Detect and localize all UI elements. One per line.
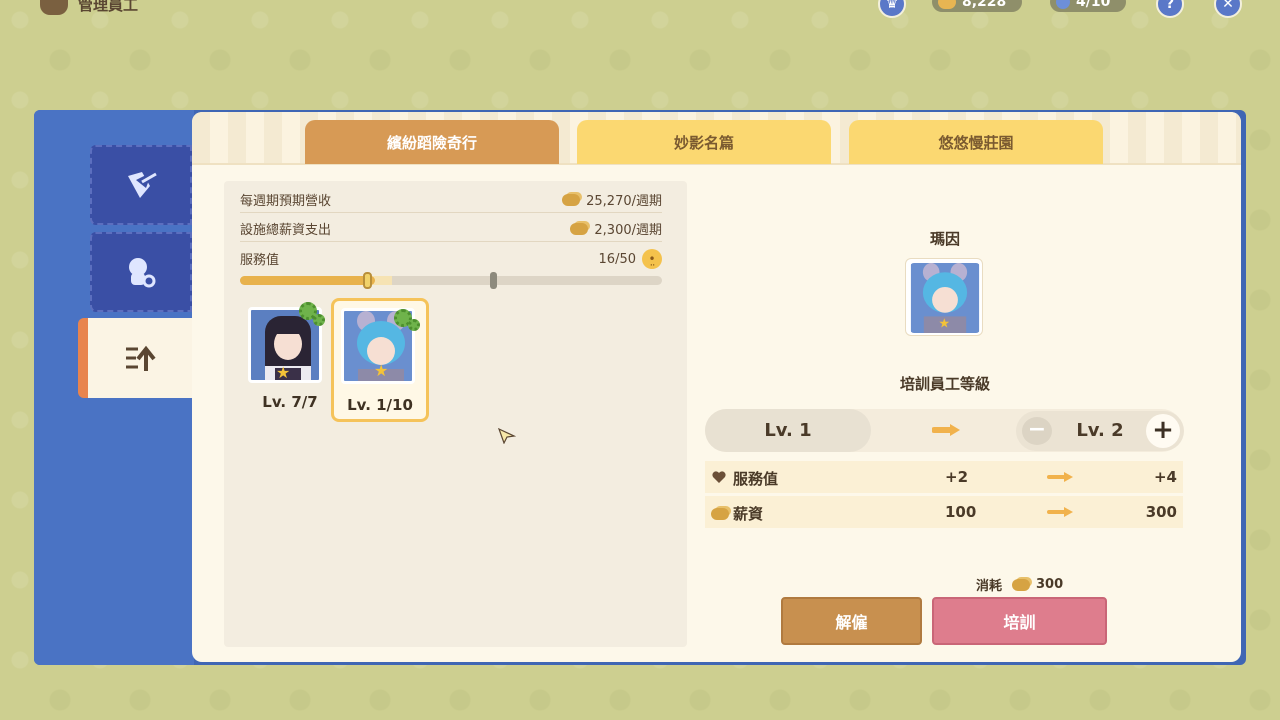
attr-to: +4 <box>1153 468 1177 486</box>
attr-label: 薪資 <box>733 505 764 523</box>
staff-icon <box>1056 0 1070 9</box>
staff-gear-icon <box>121 252 161 292</box>
attr-from: +2 <box>945 468 969 486</box>
arrow-right-icon <box>932 424 960 436</box>
training-cost: 消耗 300 <box>976 575 1063 594</box>
page-header: 管理員工 <box>40 0 138 15</box>
arrow-right-icon <box>1047 507 1073 517</box>
coin-count: 8,228 <box>962 0 1007 10</box>
employee-card[interactable]: ★ Lv. 7/7 <box>243 300 337 420</box>
manage-staff-icon <box>40 0 68 15</box>
divider <box>240 241 662 242</box>
side-tab-manage[interactable] <box>90 145 192 225</box>
coin-icon <box>711 505 729 520</box>
side-tab-staff-settings[interactable] <box>90 232 192 312</box>
service-value: 16/50 <box>598 251 636 267</box>
coin-icon <box>562 193 581 206</box>
attr-label: 服務值 <box>733 470 779 488</box>
current-level: Lv. 1 <box>705 409 871 452</box>
coin-icon <box>570 222 589 235</box>
skill-gear-icon <box>408 319 420 331</box>
weekly-revenue-value: 25,270/週期 <box>586 194 662 209</box>
heart-icon <box>712 471 726 483</box>
neutral-face-icon: •̤ <box>642 249 662 269</box>
selected-employee-portrait: ★ <box>905 258 983 336</box>
star-icon: ★ <box>374 361 389 380</box>
fire-button[interactable]: 解僱 <box>781 597 922 645</box>
attr-to: 300 <box>1145 503 1177 521</box>
service-row: 服務值 16/50 •̤ <box>240 247 662 269</box>
train-button[interactable]: 培訓 <box>932 597 1107 645</box>
service-progress-fill <box>240 276 376 285</box>
weekly-revenue-row: 每週期預期營收 25,270/週期 <box>240 188 662 209</box>
decrease-level-button[interactable]: − <box>1022 417 1052 445</box>
staff-count: 4/10 <box>1076 0 1111 10</box>
tab-shadow-stories[interactable]: 妙影名篇 <box>577 120 831 164</box>
side-tab-training[interactable] <box>78 318 194 398</box>
cost-value: 300 <box>1036 577 1064 592</box>
employee-card-selected[interactable]: ★ Lv. 1/10 <box>331 298 429 422</box>
salary-row: 設施總薪資支出 2,300/週期 <box>240 217 662 238</box>
weekly-revenue-label: 每週期預期營收 <box>240 194 332 209</box>
service-label: 服務值 <box>240 253 280 268</box>
increase-level-button[interactable]: + <box>1146 414 1180 448</box>
star-icon: ★ <box>276 363 291 382</box>
service-progress-handle <box>363 272 372 289</box>
quill-icon <box>121 165 161 205</box>
level-up-icon <box>121 338 161 378</box>
service-progress-bar <box>240 272 662 289</box>
salary-value: 2,300/週期 <box>594 223 662 238</box>
svg-text:★: ★ <box>939 316 951 331</box>
attr-row-salary: 薪資 100 300 <box>705 496 1183 528</box>
cost-label: 消耗 <box>976 579 1003 594</box>
salary-label: 設施總薪資支出 <box>240 223 332 238</box>
staff-counter: 4/10 <box>1050 0 1126 12</box>
divider <box>240 212 662 213</box>
coin-icon <box>938 0 956 9</box>
pointer-cursor-icon <box>498 428 516 444</box>
page-title: 管理員工 <box>78 0 139 14</box>
tab-colorful-adventure[interactable]: 繽紛蹈險奇行 <box>305 120 559 164</box>
attr-row-service: 服務值 +2 +4 <box>705 461 1183 493</box>
coin-icon <box>1012 578 1031 591</box>
employee-level: Lv. 7/7 <box>262 393 318 411</box>
coin-counter: 8,228 <box>932 0 1022 12</box>
skill-gear-icon <box>313 314 325 326</box>
employee-level: Lv. 1/10 <box>347 396 413 414</box>
arrow-right-icon <box>1047 472 1073 482</box>
training-title: 培訓員工等級 <box>899 375 990 393</box>
tab-leisure-manor[interactable]: 悠悠慢莊園 <box>849 120 1103 164</box>
employee-name: 瑪因 <box>929 230 960 248</box>
next-level: Lv. 2 <box>1076 420 1124 441</box>
service-threshold-marker <box>490 272 497 289</box>
attr-from: 100 <box>945 503 977 521</box>
